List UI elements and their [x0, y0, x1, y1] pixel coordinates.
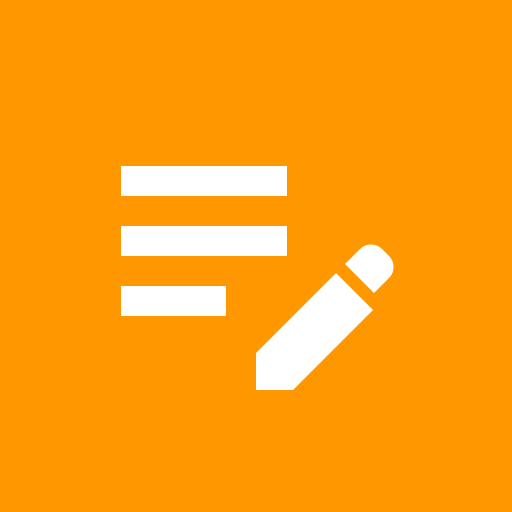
text-line-2 — [121, 226, 287, 256]
text-line-3 — [121, 286, 226, 316]
app-icon-notes-edit[interactable] — [0, 0, 512, 512]
notes-edit-icon — [0, 0, 512, 512]
text-line-1 — [121, 166, 287, 196]
